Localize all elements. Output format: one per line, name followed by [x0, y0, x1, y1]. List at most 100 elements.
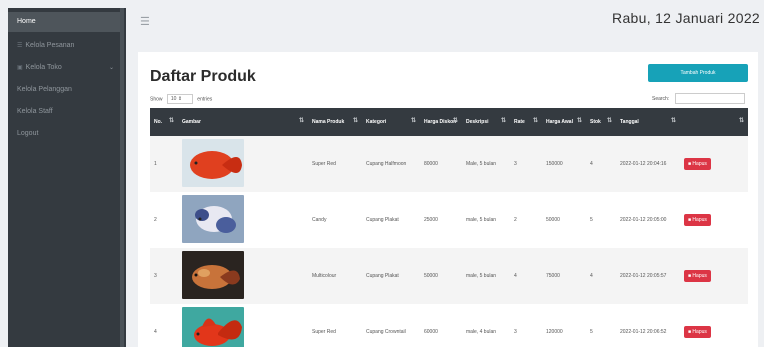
sidebar-item-label: Kelola Pesanan — [25, 42, 75, 49]
sort-icon: ⇅ — [168, 118, 174, 124]
cell-harga-awal: 150000 — [546, 160, 563, 167]
sidebar-item-label: Kelola Toko — [25, 64, 62, 71]
sidebar-item-kelola-toko[interactable]: ▣ Kelola Toko ⌄ — [8, 58, 120, 78]
sidebar: Home ☰ Kelola Pesanan ▣ Kelola Toko ⌄ Kelol… — [8, 8, 126, 347]
table-row: 4 Super Red Cupang Crowntail 60000 male,… — [150, 304, 748, 347]
column-header-rate[interactable]: Rate ⇅ — [510, 108, 542, 136]
delete-button[interactable]: ■ Hapus — [684, 213, 711, 227]
cell-rate: 3 — [514, 328, 517, 335]
column-header-gambar[interactable]: Gambar ⇅ — [178, 108, 308, 136]
cell-kategori: Cupang Crowntail — [366, 328, 406, 335]
delete-button[interactable]: ■ Hapus — [684, 269, 711, 283]
cell-rate: 4 — [514, 272, 517, 279]
sort-icon: ⇅ — [532, 118, 538, 124]
cell-harga-awal: 75000 — [546, 272, 560, 279]
column-header-kategori[interactable]: Kategori ⇅ — [362, 108, 420, 136]
cell-nama-produk: Super Red — [312, 328, 336, 335]
cell-harga-diskon: 50000 — [424, 272, 438, 279]
sort-icon: ⇅ — [738, 118, 744, 124]
column-header-no[interactable]: No. ⇅ — [150, 108, 178, 136]
column-header-harga-awal[interactable]: Harga Awal ⇅ — [542, 108, 586, 136]
cell-aksi: ■ Hapus — [680, 304, 748, 347]
entries-control: Show 10 ⇕ entries — [150, 94, 212, 104]
cell-aksi: ■ Hapus — [680, 248, 748, 304]
delete-button[interactable]: ■ Hapus — [684, 157, 711, 171]
cell-kategori: Cupang Halfmoon — [366, 160, 407, 167]
trash-icon: ■ — [688, 328, 692, 335]
sidebar-item-kelola-staff[interactable]: Kelola Staff — [8, 102, 120, 122]
cell-nama-produk: Multicolour — [312, 272, 337, 279]
cell-tanggal: 2022-01-12 20:05:57 — [620, 272, 667, 279]
entries-label: entries — [197, 96, 213, 103]
cell-deskripsi: male, 5 bulan — [466, 272, 497, 279]
search-input[interactable] — [674, 93, 745, 104]
cell-rate: 3 — [514, 160, 517, 167]
entries-select[interactable]: 10 ⇕ — [166, 94, 193, 104]
cell-stok: 5 — [590, 328, 593, 335]
sidebar-item-logout[interactable]: Logout — [8, 124, 120, 144]
cell-no: 3 — [154, 272, 157, 279]
cell-no: 4 — [154, 328, 157, 335]
chevron-down-icon: ⌄ — [108, 65, 114, 71]
cell-deskripsi: male, 4 bulan — [466, 328, 497, 335]
entries-value: 10 — [170, 96, 177, 102]
cell-aksi: ■ Hapus — [680, 136, 748, 192]
trash-icon: ■ — [688, 216, 692, 223]
sort-icon: ⇅ — [298, 118, 304, 124]
cell-nama-produk: Candy — [312, 216, 327, 223]
table-row: 2 Candy Cupang Plakat 25000 male, 5 bula… — [150, 192, 748, 248]
product-image — [182, 194, 244, 243]
search-label: Search: — [652, 95, 670, 102]
product-image — [182, 250, 244, 299]
cell-harga-awal: 50000 — [546, 216, 560, 223]
column-header-tanggal[interactable]: Tanggal ⇅ — [616, 108, 680, 136]
cell-no: 2 — [154, 216, 157, 223]
cell-stok: 5 — [590, 216, 593, 223]
show-label: Show — [150, 96, 163, 103]
column-header-harga-diskon[interactable]: Harga Diskon ⇅ — [420, 108, 462, 136]
cell-tanggal: 2022-01-12 20:04:16 — [620, 160, 667, 167]
cell-tanggal: 2022-01-12 20:05:00 — [620, 216, 667, 223]
sidebar-item-kelola-pesanan[interactable]: ☰ Kelola Pesanan — [8, 36, 120, 56]
cell-stok: 4 — [590, 272, 593, 279]
cell-gambar — [178, 248, 308, 304]
cell-kategori: Cupang Plakat — [366, 216, 399, 223]
column-header-deskripsi[interactable]: Deskripsi ⇅ — [462, 108, 510, 136]
cell-rate: 2 — [514, 216, 517, 223]
column-header-stok[interactable]: Stok ⇅ — [586, 108, 616, 136]
trash-icon: ■ — [688, 160, 692, 167]
sidebar-item-home[interactable]: Home — [8, 12, 120, 32]
sidebar-scrollbar[interactable] — [120, 8, 124, 347]
current-date: Rabu, 12 Januari 2022 — [612, 10, 760, 26]
search-control: Search: — [652, 93, 745, 104]
column-header-aksi[interactable]: ⇅ — [680, 108, 748, 136]
cell-harga-diskon: 80000 — [424, 160, 438, 167]
hamburger-menu-icon[interactable]: ☰ — [140, 15, 150, 28]
sort-icon: ⇅ — [352, 118, 358, 124]
product-image — [182, 306, 244, 347]
sidebar-item-label: Home — [17, 18, 36, 25]
sort-icon: ⇅ — [576, 118, 582, 124]
cell-kategori: Cupang Plakat — [366, 272, 399, 279]
cell-tanggal: 2022-01-12 20:06:52 — [620, 328, 667, 335]
sort-icon: ⇅ — [500, 118, 506, 124]
sidebar-item-kelola-pelanggan[interactable]: Kelola Pelanggan — [8, 80, 120, 100]
cell-nama-produk: Super Red — [312, 160, 336, 167]
cell-gambar — [178, 304, 308, 347]
sort-icon: ⇅ — [410, 118, 416, 124]
trash-icon: ■ — [688, 272, 692, 279]
cell-harga-diskon: 60000 — [424, 328, 438, 335]
column-header-nama-produk[interactable]: Nama Produk ⇅ — [308, 108, 362, 136]
cell-stok: 4 — [590, 160, 593, 167]
cell-deskripsi: male, 5 bulan — [466, 216, 497, 223]
table-row: 3 Multicolour Cupang Plakat 50000 male, … — [150, 248, 748, 304]
cell-aksi: ■ Hapus — [680, 192, 748, 248]
sort-icon: ⇅ — [670, 118, 676, 124]
cell-harga-diskon: 25000 — [424, 216, 438, 223]
product-card: Daftar Produk Tambah Produk Show 10 ⇕ en… — [138, 52, 758, 347]
cell-harga-awal: 120000 — [546, 328, 563, 335]
add-product-button[interactable]: Tambah Produk — [648, 64, 748, 82]
sort-icon: ⇅ — [452, 118, 458, 124]
delete-button[interactable]: ■ Hapus — [684, 325, 711, 339]
cell-deskripsi: Male, 5 bulan — [466, 160, 497, 167]
